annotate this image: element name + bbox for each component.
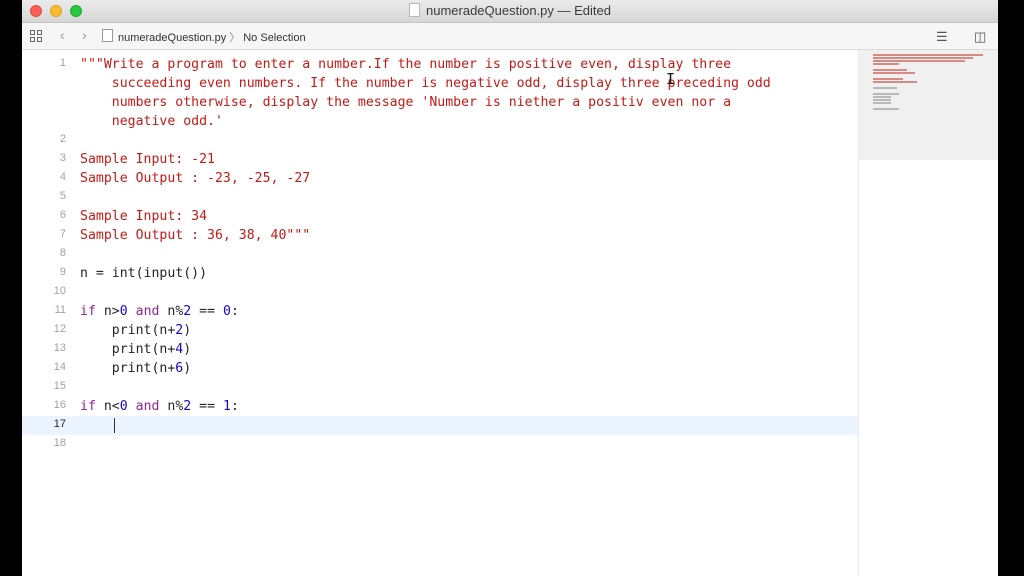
editor-window: numeradeQuestion.py — Edited ‹ › numerad… <box>22 0 998 576</box>
code-line[interactable]: 18 <box>22 435 858 454</box>
line-number: 6 <box>59 209 66 221</box>
line-number: 3 <box>59 152 66 164</box>
code-text: numbers otherwise, display the message '… <box>80 95 732 110</box>
breadcrumb-separator: 〉 <box>229 32 241 44</box>
chevron-left-icon[interactable]: ‹ <box>60 27 65 43</box>
chevron-right-icon[interactable]: › <box>82 27 87 43</box>
minimap-viewport[interactable] <box>859 50 998 160</box>
code-line[interactable]: 8 <box>22 245 858 264</box>
code-line[interactable]: 11 if n>0 and n%2 == 0: <box>22 302 858 321</box>
code-text: Sample Output : -23, -25, -27 <box>80 171 311 186</box>
mouse-ibeam-cursor: I <box>666 70 676 88</box>
line-number: 15 <box>53 380 66 392</box>
title-bar: numeradeQuestion.py — Edited <box>22 0 998 23</box>
code-text: print(n+2) <box>80 323 192 338</box>
breadcrumb-selection[interactable]: No Selection <box>243 32 305 44</box>
split-editor-icon[interactable]: ◫ <box>974 29 986 45</box>
line-number: 4 <box>59 171 66 183</box>
code-line[interactable]: 10 <box>22 283 858 302</box>
code-line[interactable]: 12 print(n+2) <box>22 321 858 340</box>
lines-menu-icon[interactable]: ☰ <box>936 29 948 45</box>
code-line[interactable]: numbers otherwise, display the message '… <box>22 93 858 112</box>
code-text: print(n+6) <box>80 361 192 376</box>
code-text: n = int(input()) <box>80 266 208 281</box>
line-number: 1 <box>59 57 66 69</box>
line-number: 5 <box>59 190 66 202</box>
code-line[interactable]: 16 if n<0 and n%2 == 1: <box>22 397 858 416</box>
jump-bar: ‹ › numeradeQuestion.py 〉 No Selection ☰ ◫ <box>22 23 998 50</box>
code-text: if n>0 and n%2 == 0: <box>80 304 239 319</box>
code-line[interactable]: succeeding even numbers. If the number i… <box>22 74 858 93</box>
text-cursor <box>114 418 115 433</box>
code-line[interactable]: 1 """Write a program to enter a number.If… <box>22 55 858 74</box>
line-number: 2 <box>59 133 66 145</box>
code-line[interactable]: 13 print(n+4) <box>22 340 858 359</box>
code-line[interactable]: 17 <box>22 416 858 435</box>
code-text: if n<0 and n%2 == 1: <box>80 399 239 414</box>
line-number: 9 <box>59 266 66 278</box>
window-title-wrap: numeradeQuestion.py — Edited <box>22 3 998 18</box>
window-title: numeradeQuestion.py — Edited <box>426 3 611 18</box>
code-editor[interactable]: 1 """Write a program to enter a number.If… <box>22 50 858 576</box>
code-text: Sample Output : 36, 38, 40""" <box>80 228 311 243</box>
code-line[interactable]: 6 Sample Input: 34 <box>22 207 858 226</box>
code-line[interactable]: 7 Sample Output : 36, 38, 40""" <box>22 226 858 245</box>
line-number: 13 <box>53 342 66 354</box>
line-number: 14 <box>53 361 66 373</box>
code-text: print(n+4) <box>80 342 192 357</box>
line-number: 10 <box>53 285 66 297</box>
code-line[interactable]: 5 <box>22 188 858 207</box>
document-icon <box>409 3 420 17</box>
minimap[interactable] <box>858 50 998 576</box>
code-line[interactable]: negative odd.' <box>22 112 858 131</box>
line-number: 11 <box>54 304 66 316</box>
line-number: 7 <box>59 228 66 240</box>
code-line[interactable]: 15 <box>22 378 858 397</box>
code-line[interactable]: 3 Sample Input: -21 <box>22 150 858 169</box>
breadcrumb-filename[interactable]: numeradeQuestion.py <box>118 32 226 44</box>
code-line[interactable]: 2 <box>22 131 858 150</box>
python-file-icon <box>102 29 113 42</box>
line-number: 12 <box>53 323 66 335</box>
code-text: Sample Input: -21 <box>80 152 215 167</box>
code-line[interactable]: 14 print(n+6) <box>22 359 858 378</box>
line-number: 18 <box>53 437 66 449</box>
code-text: """Write a program to enter a number.If … <box>80 57 732 72</box>
line-number: 16 <box>53 399 66 411</box>
line-number: 17 <box>53 418 66 430</box>
code-text: Sample Input: 34 <box>80 209 208 224</box>
related-items-grid-icon[interactable] <box>30 30 42 42</box>
code-line[interactable]: 4 Sample Output : -23, -25, -27 <box>22 169 858 188</box>
code-text: negative odd.' <box>80 114 223 129</box>
breadcrumb: numeradeQuestion.py 〉 No Selection <box>102 29 306 45</box>
line-number: 8 <box>59 247 66 259</box>
code-line[interactable]: 9 n = int(input()) <box>22 264 858 283</box>
